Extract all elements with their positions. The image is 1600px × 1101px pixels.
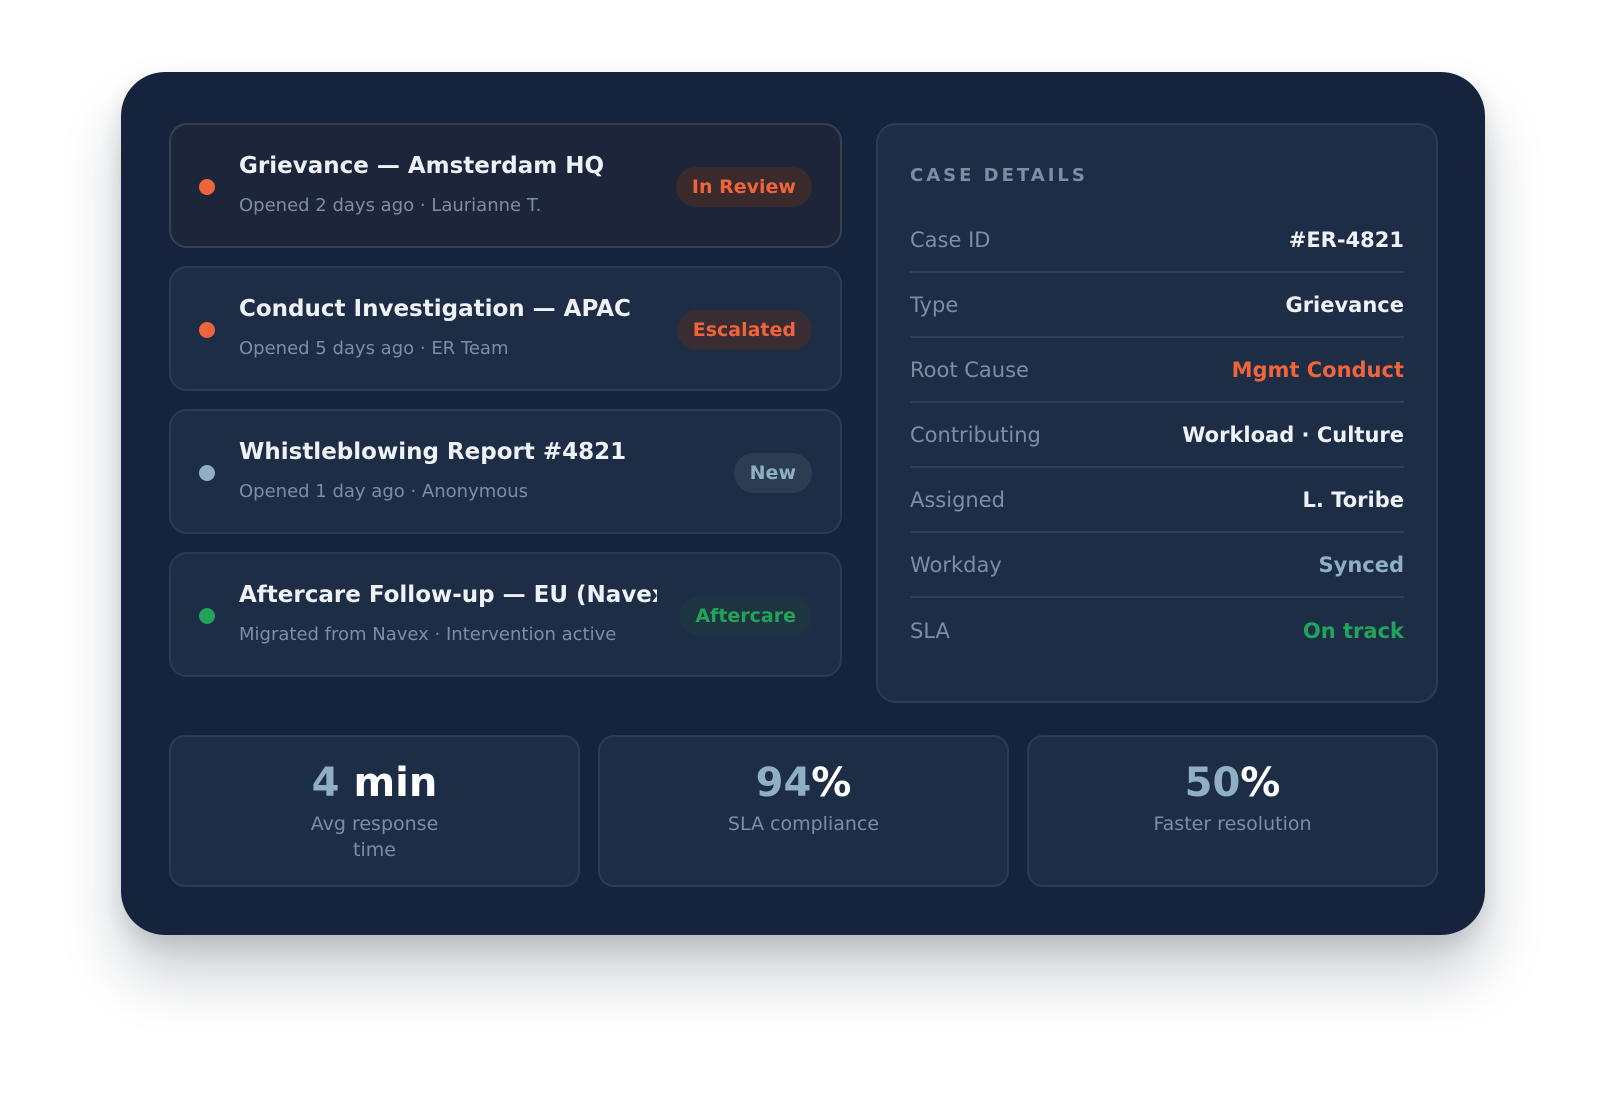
detail-key: Case ID: [910, 227, 991, 252]
detail-value: L. Toribe: [1302, 487, 1404, 512]
stat-unit: %: [1240, 760, 1281, 806]
detail-value: Workload · Culture: [1182, 422, 1404, 447]
stat-unit: %: [811, 760, 852, 806]
case-title: Whistleblowing Report #4821: [239, 439, 627, 465]
case-card[interactable]: Grievance — Amsterdam HQ Opened 2 days a…: [169, 123, 842, 248]
hr-case-dashboard: Grievance — Amsterdam HQ Opened 2 days a…: [121, 72, 1485, 935]
detail-row-case-id: Case ID #ER-4821: [910, 208, 1404, 273]
detail-key: Workday: [910, 552, 1002, 577]
status-dot-icon: [199, 322, 215, 338]
case-details-panel: CASE DETAILS Case ID #ER-4821 Type Grievan…: [876, 123, 1438, 703]
stat-faster-resolution: 50% Faster resolution: [1027, 735, 1438, 887]
case-card[interactable]: Aftercare Follow-up — EU (Navex Legacy) …: [169, 552, 842, 677]
stat-label: Faster resolution: [1153, 813, 1312, 835]
detail-key: Contributing: [910, 422, 1041, 447]
status-badge: In Review: [675, 167, 812, 207]
stat-label: SLA compliance: [727, 813, 880, 835]
case-list: Grievance — Amsterdam HQ Opened 2 days a…: [169, 123, 842, 695]
detail-row-sla: SLA On track: [910, 598, 1404, 663]
detail-key: SLA: [910, 618, 950, 643]
stats-row: 4 min Avg response time 94% SLA complian…: [169, 735, 1438, 887]
detail-row-workday: Workday Synced: [910, 533, 1404, 598]
stat-number: 4: [311, 760, 340, 806]
status-badge: New: [733, 453, 812, 493]
status-badge: Aftercare: [679, 596, 812, 636]
status-dot-icon: [199, 608, 215, 624]
case-title: Grievance — Amsterdam HQ: [239, 153, 604, 179]
detail-value: Mgmt Conduct: [1231, 357, 1404, 382]
detail-row-contributing: Contributing Workload · Culture: [910, 403, 1404, 468]
stat-value: 94%: [600, 759, 1007, 807]
detail-key: Root Cause: [910, 357, 1029, 382]
detail-key: Assigned: [910, 487, 1005, 512]
detail-key: Type: [910, 292, 959, 317]
detail-value: Synced: [1318, 552, 1405, 577]
detail-value: On track: [1302, 618, 1404, 643]
case-card[interactable]: Conduct Investigation — APAC Opened 5 da…: [169, 266, 842, 391]
stat-avg-response: 4 min Avg response time: [169, 735, 580, 887]
case-details-heading: CASE DETAILS: [910, 165, 1088, 186]
detail-value: Grievance: [1285, 292, 1404, 317]
case-card[interactable]: Whistleblowing Report #4821 Opened 1 day…: [169, 409, 842, 534]
stat-label: Avg response time: [310, 813, 439, 861]
stat-unit: min: [339, 760, 438, 806]
stat-value: 50%: [1029, 759, 1436, 807]
case-title: Conduct Investigation — APAC: [239, 296, 631, 322]
case-meta: Opened 1 day ago · Anonymous: [239, 481, 529, 502]
detail-row-assigned: Assigned L. Toribe: [910, 468, 1404, 533]
stat-value: 4 min: [171, 759, 578, 807]
detail-row-type: Type Grievance: [910, 273, 1404, 338]
case-meta: Opened 5 days ago · ER Team: [239, 338, 509, 359]
stat-number: 50: [1184, 760, 1241, 806]
stat-number: 94: [755, 760, 812, 806]
detail-value: #ER-4821: [1288, 227, 1404, 252]
case-meta: Opened 2 days ago · Laurianne T.: [239, 195, 542, 216]
detail-row-root-cause: Root Cause Mgmt Conduct: [910, 338, 1404, 403]
status-dot-icon: [199, 179, 215, 195]
stat-sla-compliance: 94% SLA compliance: [598, 735, 1009, 887]
case-meta: Migrated from Navex · Intervention activ…: [239, 624, 617, 645]
status-badge: Escalated: [676, 310, 812, 350]
case-title: Aftercare Follow-up — EU (Navex Legacy): [239, 582, 657, 608]
status-dot-icon: [199, 465, 215, 481]
